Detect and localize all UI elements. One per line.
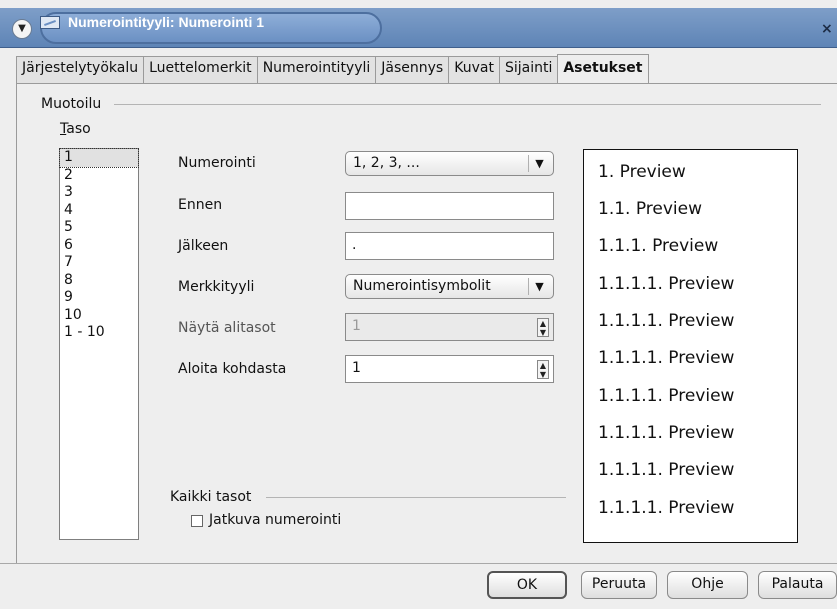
cancel-button[interactable]: Peruuta	[581, 571, 657, 599]
show-sublevels-value: 1	[352, 318, 361, 334]
all-levels-section-title: Kaikki tasot	[170, 489, 252, 505]
char-style-combo-value: Numerointisymbolit	[353, 278, 491, 294]
dialog-window: ▼ Numerointityyli: Numerointi 1 × Järjes…	[0, 0, 837, 609]
show-sublevels-label: Näytä alitasot	[178, 320, 276, 336]
chevron-down-icon: ▼	[18, 23, 26, 34]
list-item[interactable]: 4	[60, 202, 138, 220]
numbering-combo[interactable]: 1, 2, 3, ... ▼	[345, 151, 554, 176]
footer-divider	[0, 563, 837, 564]
spin-arrows-icon: ▲ ▼	[537, 318, 549, 337]
tab-bar: Järjestelytyökalu Luettelomerkit Numeroi…	[16, 54, 649, 83]
tab-bullets[interactable]: Luettelomerkit	[143, 56, 258, 83]
start-at-spin[interactable]: 1 ▲ ▼	[345, 355, 554, 383]
format-section-divider	[114, 104, 821, 105]
char-style-label: Merkkityyli	[178, 279, 255, 295]
close-icon: ×	[821, 21, 833, 37]
tab-numbering-type[interactable]: Numerointityyli	[256, 56, 377, 83]
format-section-title: Muotoilu	[41, 96, 102, 112]
after-label: Jälkeen	[178, 238, 229, 254]
preview-line: 1.1. Preview	[598, 199, 703, 219]
tab-position[interactable]: Sijainti	[498, 56, 559, 83]
preview-line: 1.1.1.1. Preview	[598, 311, 735, 331]
char-style-combo[interactable]: Numerointisymbolit ▼	[345, 274, 554, 299]
preview-line: 1.1.1.1. Preview	[598, 423, 735, 443]
list-item[interactable]: 10	[60, 307, 138, 325]
preview-line: 1.1.1.1. Preview	[598, 498, 735, 518]
after-field[interactable]: .	[345, 232, 554, 260]
level-list[interactable]: 1 2 3 4 5 6 7 8 9 10 1 - 10	[59, 148, 139, 540]
ok-button[interactable]: OK	[487, 571, 567, 599]
list-item[interactable]: 7	[60, 254, 138, 272]
numbering-combo-value: 1, 2, 3, ...	[353, 155, 420, 171]
list-item[interactable]: 6	[60, 237, 138, 255]
window-menu-button[interactable]: ▼	[12, 19, 32, 39]
preview-line: 1. Preview	[598, 162, 686, 182]
start-at-label: Aloita kohdasta	[178, 361, 287, 377]
before-field[interactable]	[345, 192, 554, 220]
tab-outline[interactable]: Jäsennys	[375, 56, 450, 83]
reset-button[interactable]: Palauta	[758, 571, 837, 599]
dropdown-arrow-icon[interactable]: ▼	[528, 155, 550, 172]
tab-graphics[interactable]: Kuvat	[448, 56, 500, 83]
before-label: Ennen	[178, 197, 223, 213]
start-at-value: 1	[352, 360, 361, 376]
preview-line: 1.1.1.1. Preview	[598, 274, 735, 294]
numbering-style-icon	[40, 16, 60, 29]
numbering-label: Numerointi	[178, 155, 256, 171]
list-item[interactable]: 1	[59, 148, 139, 168]
all-levels-divider	[266, 497, 566, 498]
list-item[interactable]: 1 - 10	[60, 324, 138, 342]
list-item[interactable]: 2	[60, 167, 138, 185]
continuous-numbering-checkbox[interactable]	[191, 515, 203, 527]
preview-line: 1.1.1. Preview	[598, 236, 719, 256]
continuous-numbering-label[interactable]: Jatkuva numerointi	[209, 512, 341, 528]
list-item[interactable]: 5	[60, 219, 138, 237]
list-item[interactable]: 3	[60, 184, 138, 202]
help-button[interactable]: Ohje	[667, 571, 748, 599]
list-item[interactable]: 9	[60, 289, 138, 307]
show-sublevels-spin: 1 ▲ ▼	[345, 313, 554, 341]
window-title: Numerointityyli: Numerointi 1	[68, 14, 265, 30]
tab-organizer[interactable]: Järjestelytyökalu	[16, 56, 145, 83]
numbering-preview: 1. Preview 1.1. Preview 1.1.1. Preview 1…	[583, 149, 798, 543]
list-item[interactable]: 8	[60, 272, 138, 290]
spin-arrows-icon[interactable]: ▲ ▼	[537, 360, 549, 379]
title-bar[interactable]: ▼ Numerointityyli: Numerointi 1 ×	[0, 8, 837, 48]
close-button[interactable]: ×	[821, 21, 837, 39]
preview-line: 1.1.1.1. Preview	[598, 460, 735, 480]
preview-line: 1.1.1.1. Preview	[598, 348, 735, 368]
level-title: Taso	[60, 121, 91, 137]
preview-line: 1.1.1.1. Preview	[598, 386, 735, 406]
dropdown-arrow-icon[interactable]: ▼	[528, 278, 550, 295]
level-title-rest: aso	[66, 121, 91, 137]
tab-options[interactable]: Asetukset	[557, 54, 649, 83]
